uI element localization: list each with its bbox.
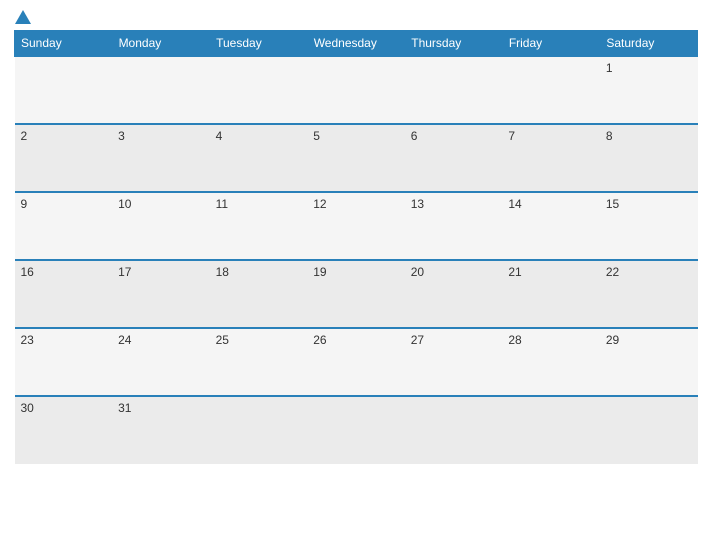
day-number: 31 [118, 401, 131, 415]
day-cell: 24 [112, 328, 210, 396]
day-number: 16 [21, 265, 34, 279]
day-cell: 25 [210, 328, 308, 396]
day-cell: 14 [502, 192, 600, 260]
calendar-header [14, 10, 698, 24]
week-row-6: 30 31 [15, 396, 698, 464]
day-number: 14 [508, 197, 521, 211]
week-row-1: 1 [15, 56, 698, 124]
week-row-5: 23 24 25 26 27 28 29 [15, 328, 698, 396]
weekday-header-thursday: Thursday [405, 31, 503, 57]
day-cell: 16 [15, 260, 113, 328]
day-number: 22 [606, 265, 619, 279]
day-cell: 10 [112, 192, 210, 260]
week-row-2: 2 3 4 5 6 7 8 [15, 124, 698, 192]
weekday-header-saturday: Saturday [600, 31, 698, 57]
day-number: 24 [118, 333, 131, 347]
week-row-4: 16 17 18 19 20 21 22 [15, 260, 698, 328]
day-number: 17 [118, 265, 131, 279]
day-number: 23 [21, 333, 34, 347]
day-cell: 19 [307, 260, 405, 328]
day-cell: 8 [600, 124, 698, 192]
weekday-header-wednesday: Wednesday [307, 31, 405, 57]
weekday-header-friday: Friday [502, 31, 600, 57]
day-cell: 4 [210, 124, 308, 192]
day-number: 8 [606, 129, 613, 143]
day-number: 21 [508, 265, 521, 279]
day-cell: 6 [405, 124, 503, 192]
day-cell: 1 [600, 56, 698, 124]
weekday-header-sunday: Sunday [15, 31, 113, 57]
day-cell [307, 56, 405, 124]
day-number: 5 [313, 129, 320, 143]
day-cell: 23 [15, 328, 113, 396]
day-cell: 7 [502, 124, 600, 192]
day-number: 18 [216, 265, 229, 279]
day-cell [210, 56, 308, 124]
day-cell [405, 56, 503, 124]
day-cell: 18 [210, 260, 308, 328]
day-cell: 29 [600, 328, 698, 396]
day-cell [210, 396, 308, 464]
day-number: 10 [118, 197, 131, 211]
week-row-3: 9 10 11 12 13 14 15 [15, 192, 698, 260]
day-cell: 27 [405, 328, 503, 396]
day-number: 28 [508, 333, 521, 347]
day-number: 25 [216, 333, 229, 347]
logo-triangle-icon [15, 10, 31, 24]
day-cell: 31 [112, 396, 210, 464]
day-number: 19 [313, 265, 326, 279]
day-number: 13 [411, 197, 424, 211]
day-number: 20 [411, 265, 424, 279]
day-number: 12 [313, 197, 326, 211]
day-cell: 11 [210, 192, 308, 260]
day-cell: 22 [600, 260, 698, 328]
day-cell: 5 [307, 124, 405, 192]
day-cell [112, 56, 210, 124]
day-cell [307, 396, 405, 464]
day-number: 27 [411, 333, 424, 347]
day-number: 7 [508, 129, 515, 143]
weekday-header-row: SundayMondayTuesdayWednesdayThursdayFrid… [15, 31, 698, 57]
day-cell: 15 [600, 192, 698, 260]
day-cell [502, 56, 600, 124]
day-number: 30 [21, 401, 34, 415]
day-cell [15, 56, 113, 124]
calendar-grid: SundayMondayTuesdayWednesdayThursdayFrid… [14, 30, 698, 464]
day-number: 26 [313, 333, 326, 347]
day-cell [405, 396, 503, 464]
day-number: 6 [411, 129, 418, 143]
day-cell: 2 [15, 124, 113, 192]
calendar-container: SundayMondayTuesdayWednesdayThursdayFrid… [0, 0, 712, 550]
day-number: 1 [606, 61, 613, 75]
logo [14, 10, 31, 24]
day-number: 4 [216, 129, 223, 143]
day-cell: 12 [307, 192, 405, 260]
day-number: 9 [21, 197, 28, 211]
day-cell: 13 [405, 192, 503, 260]
day-number: 2 [21, 129, 28, 143]
day-number: 29 [606, 333, 619, 347]
day-number: 11 [216, 197, 228, 211]
day-cell: 30 [15, 396, 113, 464]
day-number: 3 [118, 129, 125, 143]
day-cell: 26 [307, 328, 405, 396]
day-cell: 28 [502, 328, 600, 396]
day-cell: 20 [405, 260, 503, 328]
day-cell: 9 [15, 192, 113, 260]
day-cell: 17 [112, 260, 210, 328]
day-cell [502, 396, 600, 464]
day-cell [600, 396, 698, 464]
day-cell: 21 [502, 260, 600, 328]
day-number: 15 [606, 197, 619, 211]
weekday-header-tuesday: Tuesday [210, 31, 308, 57]
day-cell: 3 [112, 124, 210, 192]
weekday-header-monday: Monday [112, 31, 210, 57]
